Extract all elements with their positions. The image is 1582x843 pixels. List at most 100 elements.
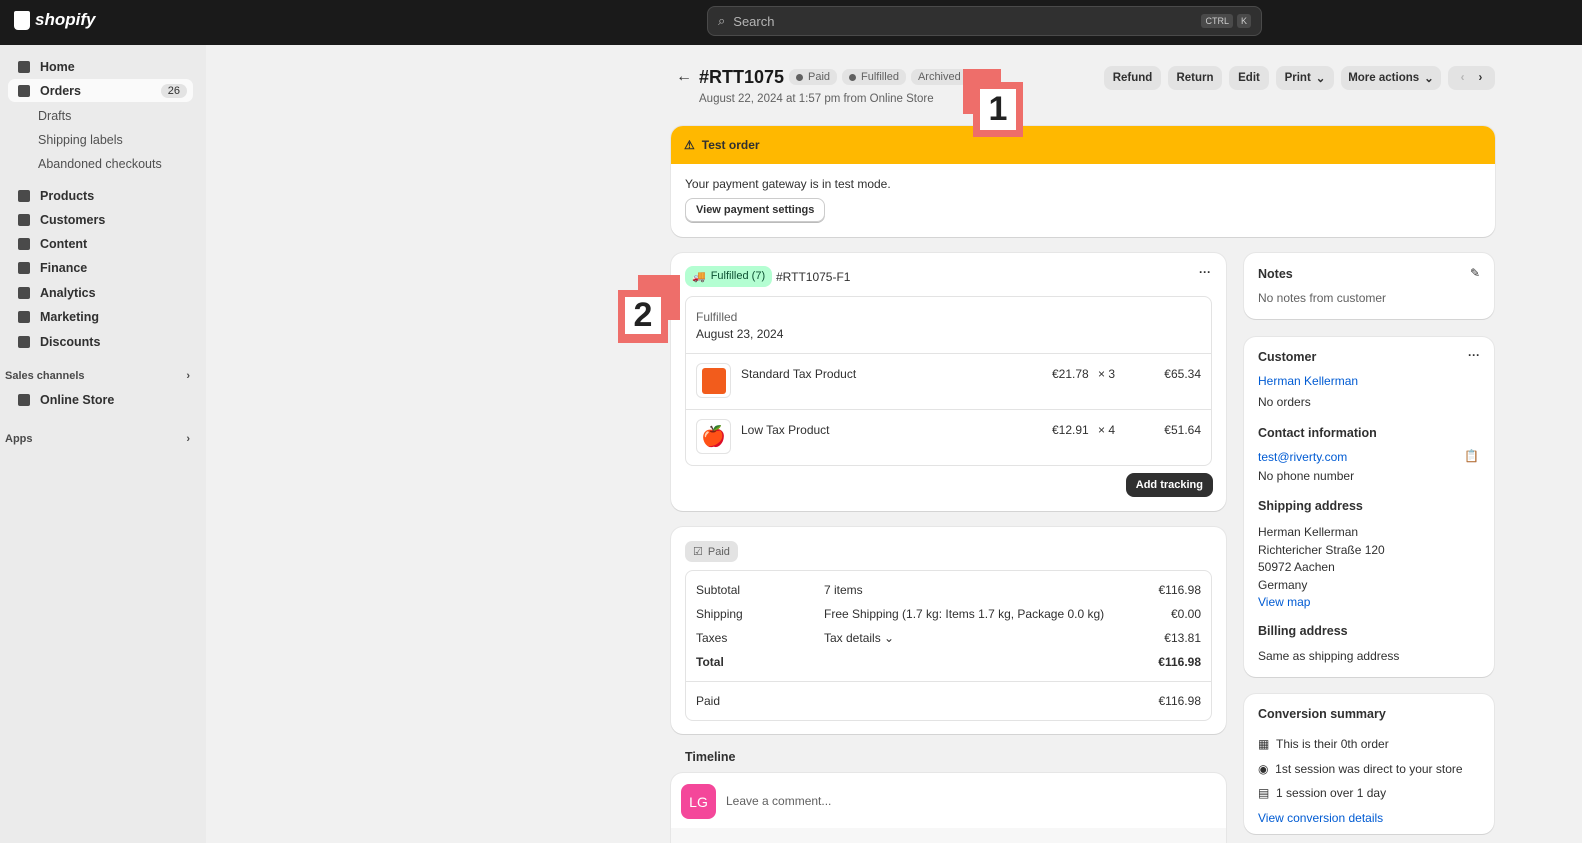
bank-icon: [18, 261, 30, 274]
dot-icon: [849, 73, 857, 81]
fulfillment-date: August 23, 2024: [696, 327, 784, 341]
conversion-item: ◉ 1st session was direct to your store: [1258, 757, 1463, 782]
label: Fulfilled (7): [710, 270, 766, 282]
customer-name-link[interactable]: Herman Kellerman: [1258, 374, 1358, 388]
label: Print: [1284, 72, 1311, 84]
search-input[interactable]: ⌕ Search CTRL K: [707, 6, 1262, 36]
next-order-icon[interactable]: ›: [1479, 72, 1483, 84]
shipping-title: Shipping address: [1258, 499, 1363, 513]
sidebar-item-abandoned-checkouts[interactable]: Abandoned checkouts: [8, 152, 193, 175]
fruit-thumbnail[interactable]: 🍎: [696, 419, 731, 454]
product-name[interactable]: Low Tax Product: [741, 423, 830, 437]
pencil-icon[interactable]: ✎: [1470, 266, 1480, 280]
previous-order-icon[interactable]: ‹: [1461, 72, 1465, 84]
annotation-marker-1: 1: [973, 82, 1023, 137]
search-icon: ⌕: [718, 13, 726, 28]
label: Taxes: [696, 631, 728, 645]
sidebar-item-home[interactable]: Home: [8, 55, 193, 78]
sidebar-item-marketing[interactable]: Marketing: [8, 305, 193, 328]
tag-icon: [18, 189, 30, 202]
comment-input[interactable]: Leave a comment...: [726, 794, 831, 808]
sidebar-item-orders[interactable]: Orders 26: [8, 79, 193, 102]
label: Edit: [1238, 72, 1260, 84]
sidebar: Home Orders 26 Drafts Shipping labels Aba…: [0, 45, 206, 843]
receipt-check-icon: ☑: [693, 546, 703, 558]
order-subtitle: August 22, 2024 at 1:57 pm from Online S…: [699, 93, 934, 105]
sidebar-item-online-store[interactable]: Online Store: [8, 388, 193, 411]
label: Subtotal: [696, 583, 741, 597]
apps-header[interactable]: Apps ›: [5, 433, 190, 445]
page-title: #RTT1075: [699, 67, 785, 87]
print-button[interactable]: Print ⌄: [1276, 66, 1334, 90]
address-line: 50972 Aachen: [1258, 560, 1335, 574]
view-payment-settings-button[interactable]: View payment settings: [685, 198, 826, 222]
more-horizontal-icon[interactable]: ···: [1199, 265, 1211, 279]
sidebar-item-drafts[interactable]: Drafts: [8, 104, 193, 127]
payment-summary: Subtotal 7 items €116.98 Shipping Free Ship…: [685, 570, 1212, 721]
back-arrow-icon[interactable]: ←: [676, 68, 692, 86]
label: Analytics: [40, 285, 96, 300]
test-order-banner: ⚠ Test order Your payment gateway is in t…: [671, 126, 1495, 237]
sidebar-item-content[interactable]: Content: [8, 232, 193, 255]
total-row: Total €116.98: [696, 655, 1201, 669]
label: View payment settings: [696, 204, 815, 216]
sidebar-item-analytics[interactable]: Analytics: [8, 281, 193, 304]
edit-button[interactable]: Edit: [1229, 66, 1269, 90]
contact-title: Contact information: [1258, 426, 1377, 440]
unit-price: €21.78: [1052, 367, 1089, 381]
payment-card: ☑ Paid Subtotal 7 items €116.98 Shipping Fre…: [671, 527, 1226, 734]
marker-label: 1: [980, 89, 1016, 130]
chevron-right-icon: ›: [186, 370, 190, 382]
tax-details-toggle[interactable]: Tax details ⌄: [824, 631, 894, 645]
sidebar-item-customers[interactable]: Customers: [8, 208, 193, 231]
amount: €116.98: [1158, 655, 1201, 669]
fulfillment-status: Fulfilled August 23, 2024: [686, 297, 1211, 354]
label: Marketing: [40, 309, 100, 324]
sidebar-item-discounts[interactable]: Discounts: [8, 330, 193, 353]
label: 1 session over 1 day: [1276, 786, 1387, 800]
sales-channels-header[interactable]: Sales channels ›: [5, 370, 190, 382]
email-link[interactable]: test@riverty.com: [1258, 450, 1347, 464]
notes-text: No notes from customer: [1258, 291, 1387, 305]
sidebar-item-finance[interactable]: Finance: [8, 256, 193, 279]
cart-icon: ▤: [1258, 786, 1270, 800]
billing-title: Billing address: [1258, 624, 1348, 638]
add-tracking-button[interactable]: Add tracking: [1125, 473, 1213, 497]
timeline-comment-box: LG Leave a comment...: [671, 773, 1226, 843]
annotation-marker-2: 2: [618, 290, 668, 343]
label: This is their 0th order: [1276, 737, 1389, 751]
more-actions-button[interactable]: More actions ⌄: [1341, 66, 1441, 90]
line-item: Standard Tax Product €21.78 × 3 €65.34: [686, 354, 1211, 410]
address-line: Richtericher Straße 120: [1258, 542, 1385, 557]
amount: €116.98: [1158, 583, 1202, 597]
brand-name: shopify: [35, 10, 96, 29]
more-horizontal-icon[interactable]: ···: [1468, 348, 1480, 362]
paid-badge: ☑ Paid: [685, 541, 738, 562]
refund-button[interactable]: Refund: [1104, 66, 1161, 90]
tshirt-thumbnail[interactable]: [696, 363, 731, 398]
return-button[interactable]: Return: [1168, 66, 1222, 90]
label: Shipping labels: [38, 132, 123, 147]
product-name[interactable]: Standard Tax Product: [741, 367, 856, 381]
avatar: LG: [681, 784, 716, 819]
phone: No phone number: [1258, 469, 1355, 483]
sidebar-item-shipping-labels[interactable]: Shipping labels: [8, 128, 193, 151]
label: Apps: [5, 433, 33, 445]
sidebar-item-products[interactable]: Products: [8, 184, 193, 207]
line-item: 🍎 Low Tax Product €12.91 × 4 €51.64: [686, 410, 1211, 466]
conversion-title: Conversion summary: [1258, 707, 1386, 721]
customer-card: Customer ··· Herman Kellerman No orders …: [1244, 337, 1494, 677]
shopify-logo[interactable]: shopify: [14, 10, 95, 30]
paid-row: Paid €116.98: [696, 694, 1201, 708]
view-map-link[interactable]: View map: [1258, 594, 1385, 612]
calendar-icon: ▦: [1258, 737, 1270, 751]
kbd-ctrl: CTRL: [1201, 14, 1233, 28]
label: Abandoned checkouts: [38, 156, 162, 171]
view-conversion-details-link[interactable]: View conversion details: [1258, 806, 1463, 831]
clipboard-icon[interactable]: 📋: [1464, 449, 1479, 463]
label: Orders: [40, 83, 81, 98]
search-placeholder: Search: [733, 13, 775, 29]
notes-title: Notes: [1258, 267, 1293, 281]
label: Add tracking: [1135, 479, 1203, 491]
target-icon: [18, 310, 30, 323]
